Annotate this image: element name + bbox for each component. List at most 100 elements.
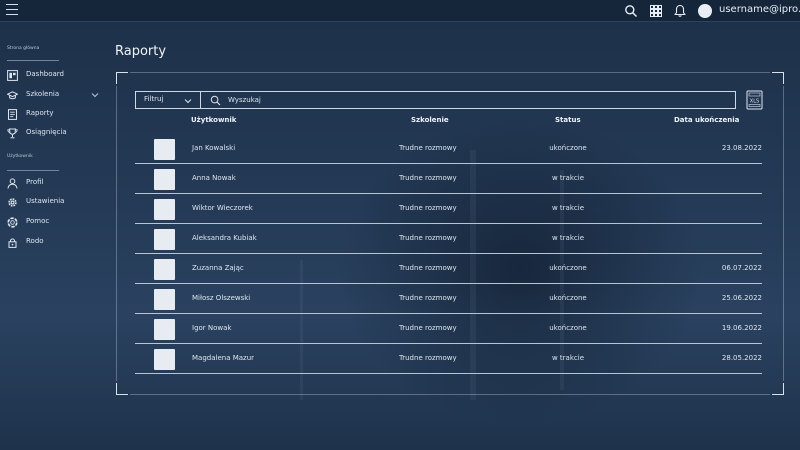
cell-date: 25.06.2022	[721, 294, 762, 302]
search-field[interactable]	[200, 91, 736, 109]
panel-edge	[130, 72, 770, 73]
cell-status: w trakcie	[551, 204, 585, 212]
cell-date: 19.06.2022	[721, 324, 762, 332]
table-row[interactable]: Igor Nowak Trudne rozmowy ukończone 19.0…	[135, 314, 762, 344]
cell-status: w trakcie	[551, 174, 585, 182]
sidebar-section-label-user: Użytkownik	[7, 154, 33, 159]
sidebar-item-label: Raporty	[26, 109, 54, 117]
table-row[interactable]: Anna Nowak Trudne rozmowy w trakcie	[135, 164, 762, 194]
column-header-date[interactable]: Data ukończenia	[674, 116, 739, 124]
sidebar-divider	[7, 60, 59, 61]
sidebar-item-label: Dashboard	[26, 70, 64, 78]
chevron-down-icon[interactable]	[91, 92, 99, 98]
sidebar-item-profil[interactable]: Profil	[0, 176, 105, 192]
cell-training: Trudne rozmowy	[399, 324, 457, 332]
cell-status: ukończone	[549, 144, 587, 152]
sidebar-item-pomoc[interactable]: Pomoc	[0, 215, 105, 231]
bell-icon[interactable]	[673, 4, 687, 18]
search-input[interactable]	[228, 93, 728, 107]
table-row[interactable]: Wiktor Wieczorek Trudne rozmowy w trakci…	[135, 194, 762, 224]
table-row[interactable]: Magdalena Mazur Trudne rozmowy w trakcie…	[135, 344, 762, 374]
cell-training: Trudne rozmowy	[399, 234, 457, 242]
cell-status: ukończone	[549, 294, 587, 302]
cell-training: Trudne rozmowy	[399, 144, 457, 152]
graduation-cap-icon	[7, 91, 18, 100]
column-header-user[interactable]: Użytkownik	[191, 116, 236, 124]
search-icon	[210, 95, 221, 106]
user-avatar	[154, 289, 175, 310]
sidebar-item-osiagniecia[interactable]: Osiągnięcia	[0, 126, 105, 142]
user-avatar	[154, 169, 175, 190]
chevron-down-icon	[184, 99, 192, 104]
top-bar: username@ipro.pl	[0, 0, 800, 22]
sidebar-item-label: Profil	[26, 178, 44, 186]
help-icon	[7, 217, 18, 228]
user-avatar	[154, 139, 175, 160]
sidebar-item-raporty[interactable]: Raporty	[0, 107, 105, 123]
cell-training: Trudne rozmowy	[399, 174, 457, 182]
sidebar-item-label: Osiągnięcia	[26, 128, 67, 136]
table-row[interactable]: Miłosz Olszewski Trudne rozmowy ukończon…	[135, 284, 762, 314]
sidebar-item-rodo[interactable]: Rodo	[0, 235, 105, 251]
avatar[interactable]	[698, 4, 712, 18]
user-avatar	[154, 199, 175, 220]
user-avatar	[154, 229, 175, 250]
cell-status: ukończone	[549, 264, 587, 272]
user-avatar	[154, 349, 175, 370]
report-icon	[8, 109, 17, 120]
table-row[interactable]: Jan Kowalski Trudne rozmowy ukończone 23…	[135, 134, 762, 164]
apps-grid-icon[interactable]	[649, 4, 663, 18]
cell-date: 23.08.2022	[721, 144, 762, 152]
filter-select[interactable]: Filtruj	[135, 91, 201, 109]
panel-corner	[772, 383, 784, 395]
column-header-status[interactable]: Status	[555, 116, 581, 124]
cell-status: w trakcie	[551, 354, 585, 362]
cell-training: Trudne rozmowy	[399, 264, 457, 272]
sidebar-item-label: Pomoc	[26, 217, 50, 225]
sidebar-item-label: Szkolenia	[26, 90, 60, 98]
cell-user: Anna Nowak	[192, 174, 236, 182]
sidebar-section-label-home: Strona główna	[7, 46, 40, 51]
cell-status: ukończone	[549, 324, 587, 332]
panel-corner	[116, 72, 128, 84]
cell-training: Trudne rozmowy	[399, 204, 457, 212]
filter-label: Filtruj	[144, 95, 164, 103]
cell-training: Trudne rozmowy	[399, 354, 457, 362]
user-avatar	[154, 259, 175, 280]
lock-icon	[8, 238, 17, 248]
cell-user: Aleksandra Kubiak	[192, 234, 257, 242]
panel-corner	[116, 383, 128, 395]
gear-icon	[8, 198, 17, 207]
cell-date: 06.07.2022	[721, 264, 762, 272]
column-header-training[interactable]: Szkolenie	[411, 116, 449, 124]
cell-user: Zuzanna Zając	[192, 264, 244, 272]
search-icon[interactable]	[624, 4, 638, 18]
sidebar-item-dashboard[interactable]: Dashboard	[0, 68, 105, 84]
panel-corner	[772, 72, 784, 84]
sidebar-divider	[7, 170, 59, 171]
cell-user: Jan Kowalski	[192, 144, 236, 152]
panel-edge	[116, 86, 117, 381]
sidebar-item-ustawienia[interactable]: Ustawienia	[0, 195, 105, 211]
cell-user: Igor Nowak	[192, 324, 232, 332]
sidebar: Strona główna Dashboard Szkolenia Raport…	[0, 22, 105, 450]
sidebar-item-szkolenia[interactable]: Szkolenia	[0, 88, 105, 104]
table-row[interactable]: Aleksandra Kubiak Trudne rozmowy w trakc…	[135, 224, 762, 254]
username-label[interactable]: username@ipro.pl	[719, 4, 800, 15]
dashboard-icon	[7, 70, 18, 81]
user-avatar	[154, 319, 175, 340]
hamburger-menu-icon[interactable]	[6, 4, 18, 17]
user-icon	[7, 178, 18, 189]
sidebar-item-label: Rodo	[26, 237, 44, 245]
xls-export-label: XLS	[750, 99, 759, 105]
table-row[interactable]: Zuzanna Zając Trudne rozmowy ukończone 0…	[135, 254, 762, 284]
xls-export-icon[interactable]: XLS	[746, 90, 763, 110]
cell-date: 28.05.2022	[721, 354, 762, 362]
cell-status: w trakcie	[551, 234, 585, 242]
cell-user: Miłosz Olszewski	[192, 294, 251, 302]
cell-user: Magdalena Mazur	[192, 354, 255, 362]
panel-edge	[130, 394, 770, 395]
cell-training: Trudne rozmowy	[399, 294, 457, 302]
cell-user: Wiktor Wieczorek	[192, 204, 253, 212]
panel-edge	[783, 86, 784, 381]
